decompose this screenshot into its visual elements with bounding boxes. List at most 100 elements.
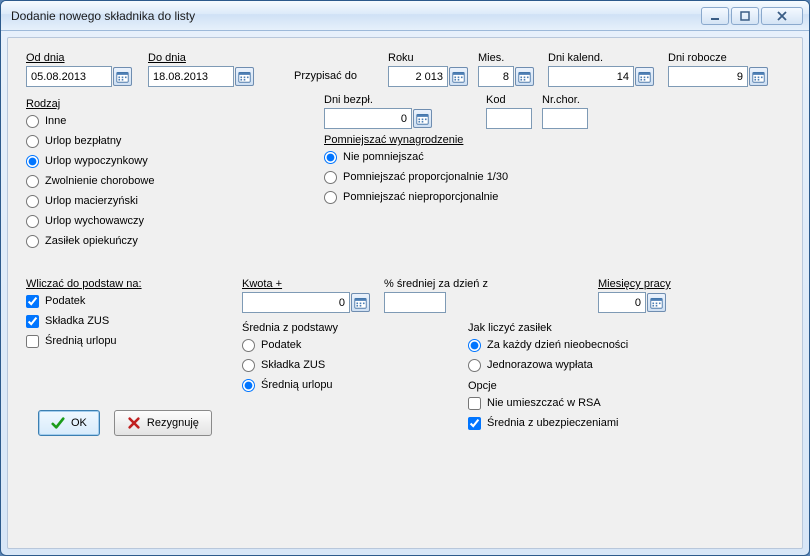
code-label: Kod [486, 94, 532, 106]
type-option-0[interactable]: Inne [26, 112, 154, 130]
sick-no-label: Nr.chor. [542, 94, 588, 106]
type-option-label-5: Urlop wychowawczy [45, 215, 144, 227]
type-option-radio-0[interactable] [26, 115, 39, 128]
benefit-option-1[interactable]: Jednorazowa wypłata [468, 356, 628, 374]
x-icon [127, 416, 141, 430]
type-option-2[interactable]: Urlop wypoczynkowy [26, 152, 154, 170]
type-option-radio-3[interactable] [26, 175, 39, 188]
titlebar: Dodanie nowego składnika do listy [1, 1, 809, 31]
amount-calendar-button[interactable] [351, 293, 370, 312]
unpaid-days-input[interactable] [324, 108, 412, 129]
amount-label: Kwota + [242, 278, 370, 290]
percent-daily-input[interactable] [384, 292, 446, 313]
options-item-checkbox-1[interactable] [468, 417, 481, 430]
workdays-label: Dni robocze [668, 52, 768, 64]
type-option-radio-5[interactable] [26, 215, 39, 228]
benefit-option-0[interactable]: Za każdy dzień nieobecności [468, 336, 628, 354]
reduce-option-radio-2[interactable] [324, 191, 337, 204]
sick-no-input[interactable] [542, 108, 588, 129]
months-work-calendar-button[interactable] [647, 293, 666, 312]
avg-base-option-radio-0[interactable] [242, 339, 255, 352]
avg-base-option-1[interactable]: Składka ZUS [242, 356, 338, 374]
include-base-item-checkbox-0[interactable] [26, 295, 39, 308]
type-option-radio-1[interactable] [26, 135, 39, 148]
unpaid-days-calendar-button[interactable] [413, 109, 432, 128]
ok-button-label: OK [71, 417, 87, 429]
window-title: Dodanie nowego składnika do listy [11, 9, 195, 23]
month-label: Mies. [478, 52, 534, 64]
avg-base-option-label-0: Podatek [261, 339, 301, 351]
type-option-1[interactable]: Urlop bezpłatny [26, 132, 154, 150]
include-base-item-label-1: Składka ZUS [45, 315, 109, 327]
reduce-option-radio-0[interactable] [324, 151, 337, 164]
type-radio-group: Inne Urlop bezpłatny Urlop wypoczynkowy Zwo… [26, 112, 154, 250]
include-base-item-2[interactable]: Średnią urlopu [26, 332, 142, 350]
avg-base-option-2[interactable]: Średnią urlopu [242, 376, 338, 394]
calendar-icon [452, 70, 465, 83]
close-icon [777, 11, 787, 21]
type-option-6[interactable]: Zasiłek opiekuńczy [26, 232, 154, 250]
year-input[interactable] [388, 66, 448, 87]
include-base-item-1[interactable]: Składka ZUS [26, 312, 142, 330]
type-option-label-6: Zasiłek opiekuńczy [45, 235, 138, 247]
include-base-item-checkbox-1[interactable] [26, 315, 39, 328]
reduce-option-0[interactable]: Nie pomniejszać [324, 148, 508, 166]
code-input[interactable] [486, 108, 532, 129]
workdays-calendar-button[interactable] [749, 67, 768, 86]
year-calendar-button[interactable] [449, 67, 468, 86]
workdays-input[interactable] [668, 66, 748, 87]
type-option-radio-4[interactable] [26, 195, 39, 208]
include-base-item-checkbox-2[interactable] [26, 335, 39, 348]
reduce-option-label-2: Pomniejszać nieproporcjonalnie [343, 191, 498, 203]
calendar-icon [416, 112, 429, 125]
to-date-calendar-button[interactable] [235, 67, 254, 86]
avg-base-option-radio-1[interactable] [242, 359, 255, 372]
avg-base-option-0[interactable]: Podatek [242, 336, 338, 354]
type-option-radio-6[interactable] [26, 235, 39, 248]
from-date-input[interactable] [26, 66, 112, 87]
from-date-calendar-button[interactable] [113, 67, 132, 86]
months-work-input[interactable] [598, 292, 646, 313]
month-calendar-button[interactable] [515, 67, 534, 86]
caldays-calendar-button[interactable] [635, 67, 654, 86]
include-base-item-0[interactable]: Podatek [26, 292, 142, 310]
from-date-label: Od dnia [26, 52, 132, 64]
type-option-3[interactable]: Zwolnienie chorobowe [26, 172, 154, 190]
type-option-5[interactable]: Urlop wychowawczy [26, 212, 154, 230]
include-base-group: Podatek Składka ZUS Średnią urlopu [26, 292, 142, 350]
ok-button[interactable]: OK [38, 410, 100, 436]
type-option-label-4: Urlop macierzyński [45, 195, 138, 207]
close-button[interactable] [761, 7, 803, 25]
calendar-icon [354, 296, 367, 309]
cancel-button[interactable]: Rezygnuję [114, 410, 212, 436]
month-input[interactable] [478, 66, 514, 87]
reduce-option-label-1: Pomniejszać proporcjonalnie 1/30 [343, 171, 508, 183]
calendar-icon [238, 70, 251, 83]
avg-base-option-radio-2[interactable] [242, 379, 255, 392]
calendar-icon [116, 70, 129, 83]
reduce-option-1[interactable]: Pomniejszać proporcjonalnie 1/30 [324, 168, 508, 186]
minimize-button[interactable] [701, 7, 729, 25]
options-item-1[interactable]: Średnia z ubezpieczeniami [468, 414, 618, 432]
assign-to-label: Przypisać do [294, 70, 357, 82]
minimize-icon [710, 11, 720, 21]
reduce-option-radio-1[interactable] [324, 171, 337, 184]
reduce-group-label: Pomniejszać wynagrodzenie [324, 134, 508, 146]
options-item-checkbox-0[interactable] [468, 397, 481, 410]
type-option-4[interactable]: Urlop macierzyński [26, 192, 154, 210]
type-option-radio-2[interactable] [26, 155, 39, 168]
benefit-option-radio-1[interactable] [468, 359, 481, 372]
options-item-0[interactable]: Nie umieszczać w RSA [468, 394, 618, 412]
maximize-button[interactable] [731, 7, 759, 25]
to-date-input[interactable] [148, 66, 234, 87]
caldays-input[interactable] [548, 66, 634, 87]
type-option-label-1: Urlop bezpłatny [45, 135, 121, 147]
benefit-option-radio-0[interactable] [468, 339, 481, 352]
amount-input[interactable] [242, 292, 350, 313]
window: Dodanie nowego składnika do listy Od dni… [0, 0, 810, 556]
include-base-item-label-2: Średnią urlopu [45, 335, 117, 347]
reduce-option-2[interactable]: Pomniejszać nieproporcjonalnie [324, 188, 508, 206]
type-option-label-0: Inne [45, 115, 66, 127]
check-icon [51, 416, 65, 430]
caldays-label: Dni kalend. [548, 52, 654, 64]
